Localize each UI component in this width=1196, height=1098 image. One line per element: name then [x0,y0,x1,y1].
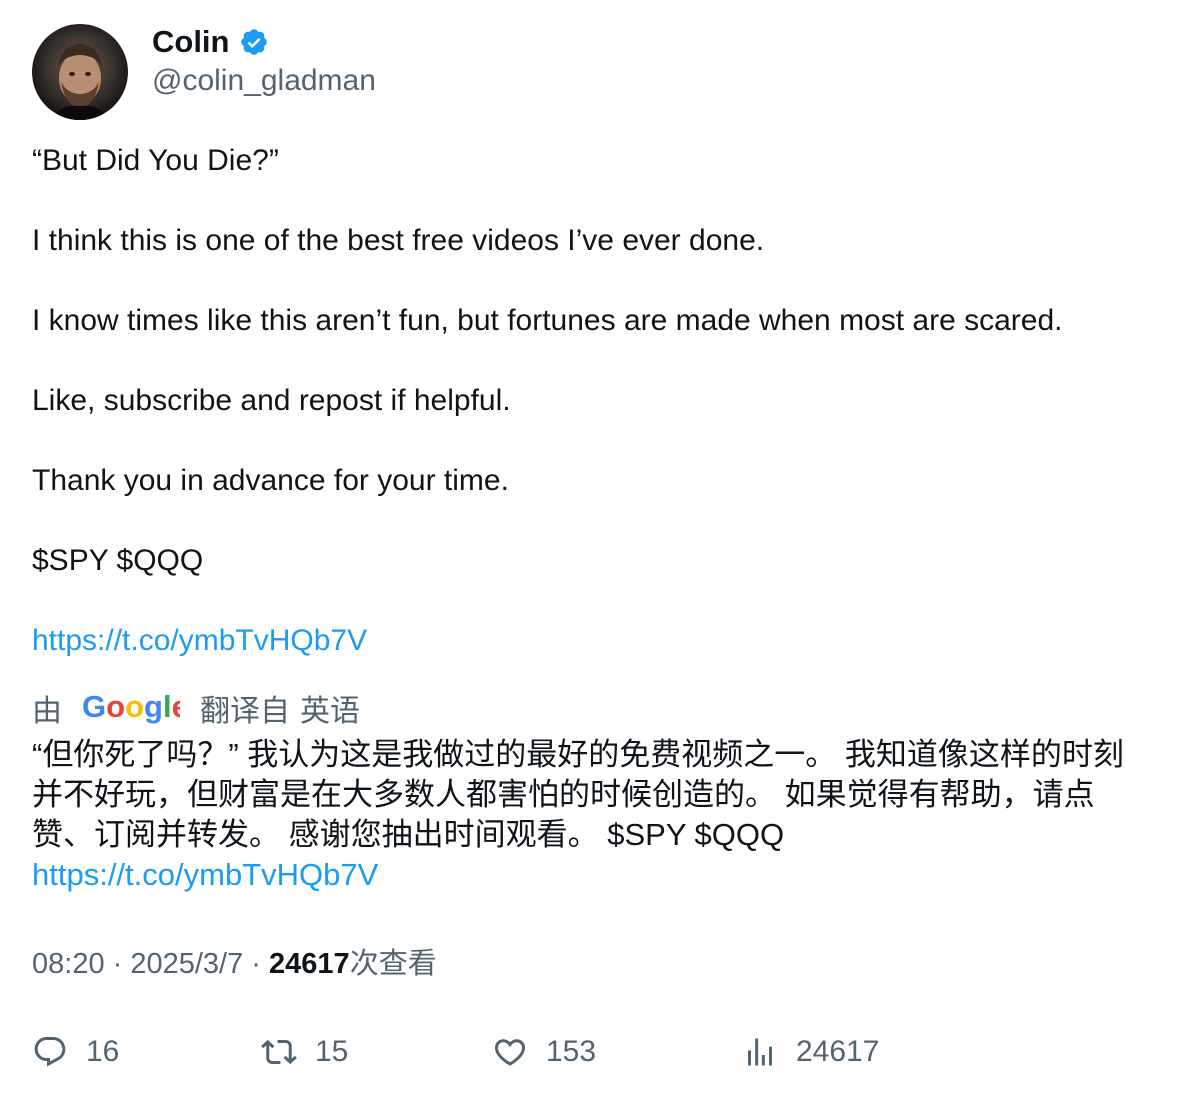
tweet-time[interactable]: 08:20 [32,948,105,980]
translated-link[interactable]: https://t.co/ymbTvHQb7V [32,857,378,892]
views-count-action: 24617 [796,1035,880,1068]
tweet-card: Colin @colin_gladman “But Did You Die?” … [0,0,1196,1098]
meta-separator: · [243,948,270,980]
author-handle[interactable]: @colin_gladman [152,63,376,99]
tweet-paragraph: $SPY $QQQ [32,544,204,577]
like-button[interactable]: 153 [492,1030,596,1074]
translated-line: 赞、订阅并转发。 感谢您抽出时间观看。 $SPY $QQQ [32,817,785,852]
retweet-count: 15 [315,1035,349,1068]
translated-line: “但你死了吗？” 我认为这是我做过的最好的免费视频之一。 我知道像这样的时刻 [32,737,1124,772]
avatar[interactable] [32,24,128,120]
translated-text: “但你死了吗？” 我认为这是我做过的最好的免费视频之一。 我知道像这样的时刻 并… [32,735,1172,895]
tweet-paragraph: Like, subscribe and repost if helpful. [32,384,511,417]
meta-separator: · [104,948,131,980]
tweet-paragraph: Thank you in advance for your time. [32,464,509,497]
views-count: 24617 [269,948,350,980]
views-chart-icon [742,1034,778,1070]
views-label: 次查看 [349,948,437,980]
reply-icon [32,1034,68,1070]
translation-source-language: 英语 [300,695,360,728]
reply-button[interactable]: 16 [32,1030,119,1074]
display-name-row: Colin [152,24,376,60]
google-logo: Google [82,690,180,726]
translated-line: 并不好玩，但财富是在大多数人都害怕的时候创造的。 如果觉得有帮助，请点 [32,777,1095,812]
display-name[interactable]: Colin [152,24,230,60]
tweet-paragraph: I know times like this aren’t fun, but f… [32,304,1063,337]
verified-badge-icon [239,27,269,57]
retweet-button[interactable]: 15 [261,1030,348,1074]
tweet-paragraph: “But Did You Die?” [32,144,279,177]
tweet-date[interactable]: 2025/3/7 [130,948,243,980]
svg-text:Google: Google [82,690,180,724]
translation-suffix: 翻译自 [200,695,290,728]
action-bar: 16 15 153 24617 [32,1030,1172,1074]
tweet-text: “But Did You Die?” I think this is one o… [32,141,1172,661]
author-names: Colin @colin_gladman [152,24,376,99]
retweet-icon [261,1034,297,1070]
reply-count: 16 [86,1035,120,1068]
tweet-link[interactable]: https://t.co/ymbTvHQb7V [32,624,367,657]
like-count: 153 [546,1035,597,1068]
translation-attribution[interactable]: 由 Google 翻译自 英语 [32,688,360,728]
tweet-paragraph: I think this is one of the best free vid… [32,224,765,257]
translation-prefix: 由 [32,695,62,728]
views-button[interactable]: 24617 [742,1030,879,1074]
tweet-meta: 08:20 · 2025/3/7 · 24617次查看 [32,944,437,984]
heart-icon [492,1034,528,1070]
